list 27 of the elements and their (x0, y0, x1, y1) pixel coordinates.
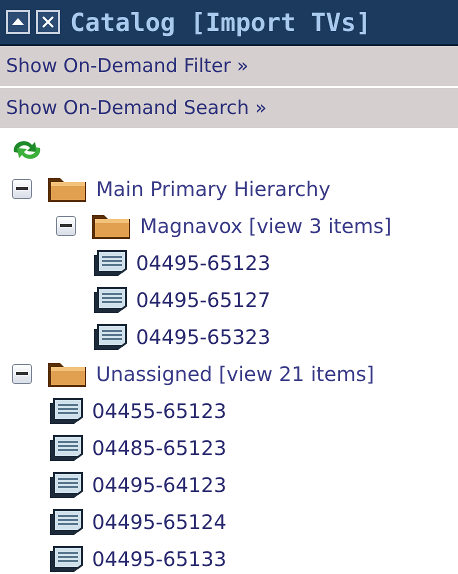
item-label[interactable]: 04485-65123 (92, 436, 226, 460)
folder-label[interactable]: Unassigned [view 21 items] (96, 362, 374, 386)
collapse-toggle[interactable] (12, 364, 32, 384)
folder-label[interactable]: Main Primary Hierarchy (96, 176, 330, 200)
document-icon (92, 286, 128, 314)
item-label[interactable]: 04495-65124 (92, 510, 226, 534)
document-icon (48, 508, 84, 536)
toggle-link[interactable]: Show On-Demand Search » (0, 88, 458, 128)
document-icon (48, 434, 84, 462)
item-label[interactable]: 04495-65133 (92, 546, 226, 570)
item-label[interactable]: 04495-64123 (92, 472, 226, 496)
document-icon (48, 396, 84, 424)
close-icon[interactable] (36, 10, 60, 34)
document-icon (92, 322, 128, 350)
document-icon (48, 470, 84, 498)
item-label[interactable]: 04495-65123 (136, 250, 270, 274)
collapse-toggle[interactable] (12, 178, 32, 198)
document-icon (92, 248, 128, 276)
toggle-link[interactable]: Show On-Demand Filter » (0, 46, 458, 86)
window-title: Catalog [Import TVs] (70, 8, 372, 36)
collapse-icon[interactable] (6, 10, 30, 34)
collapse-toggle[interactable] (56, 216, 76, 236)
document-icon (48, 544, 84, 572)
item-label[interactable]: 04495-65323 (136, 324, 270, 348)
folder-label[interactable]: Magnavox [view 3 items] (140, 214, 392, 238)
item-label[interactable]: 04455-65123 (92, 398, 226, 422)
item-label[interactable]: 04495-65127 (136, 288, 270, 312)
